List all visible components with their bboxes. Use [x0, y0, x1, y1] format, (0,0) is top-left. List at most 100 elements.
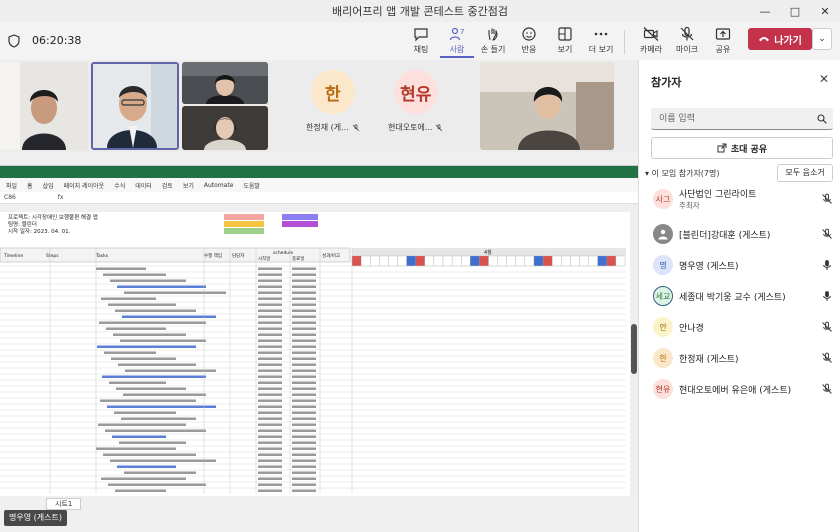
view-label: 보기	[557, 45, 573, 54]
svg-text:Timeline: Timeline	[3, 253, 23, 259]
svg-text:4월: 4월	[484, 249, 492, 256]
maximize-icon[interactable]: □	[780, 0, 810, 22]
chat-button[interactable]: 채팅	[404, 26, 438, 58]
share-label: 공유	[715, 45, 731, 54]
participant-row[interactable]: 현유 현대오토에버 유은애 (게스트)	[639, 374, 840, 404]
ribbon-tab: 수식	[114, 182, 126, 190]
video-tile-active-speaker[interactable]	[91, 62, 179, 150]
avatar-name: 한정재 (게...	[306, 122, 360, 133]
avatar: 한	[653, 348, 673, 368]
more-button[interactable]: 더 보기	[584, 26, 618, 58]
sheet-tab[interactable]: 시트1	[46, 498, 82, 510]
participant-video	[93, 64, 177, 148]
ribbon-tab: 파일	[6, 182, 18, 190]
avatar-initial: 현유	[655, 384, 671, 394]
mic-off-icon	[352, 123, 359, 131]
search-icon[interactable]	[817, 114, 827, 124]
scroll-thumb[interactable]	[631, 324, 637, 374]
share-link-icon	[717, 143, 727, 153]
share-icon	[715, 28, 731, 40]
avatar: 사그	[653, 189, 673, 209]
sheet-tab-bar: 시트1	[0, 496, 638, 510]
svg-text:팀명: 블린더: 팀명: 블린더	[8, 220, 37, 228]
avatar-initial: 세교	[655, 291, 671, 301]
avatar: 현유	[393, 70, 438, 114]
title-bar: 배리어프리 앱 개발 콘테스트 중간점검 — □ ✕	[0, 0, 840, 22]
participant-row[interactable]: 사그 사단법인 그린라이트 주최자	[639, 184, 840, 214]
ribbon-tab: 데이터	[135, 182, 152, 190]
participant-row[interactable]: 명 명우영 (게스트)	[639, 250, 840, 280]
avatar-initial: 한	[659, 353, 667, 363]
svg-text:시작일: 시작일	[258, 255, 270, 262]
mic-button[interactable]: 마이크	[670, 26, 704, 58]
participants-section-header[interactable]: ▾ 이 모임 참가자(7명)	[645, 168, 720, 179]
view-button[interactable]: 보기	[548, 26, 582, 58]
formula-bar: C86 fx	[0, 192, 638, 204]
participant-row[interactable]: 한 한정재 (게스트)	[639, 343, 840, 373]
minimize-icon[interactable]: —	[750, 0, 780, 22]
participant-row[interactable]: 안 안나경	[639, 312, 840, 342]
svg-text:7: 7	[460, 28, 464, 36]
reaction-button[interactable]: 반응	[512, 26, 546, 58]
spreadsheet-grid: 프로젝트: 시각장애인 보행불편 해결 앱 팀명: 블린더 시작 일자: 202…	[0, 204, 630, 496]
close-panel-icon[interactable]: ✕	[819, 72, 829, 86]
video-gallery: 한 한정재 (게... 현유 현대오토에...	[0, 60, 638, 152]
participant-name: 안나경	[679, 324, 704, 334]
svg-text:Steps: Steps	[46, 253, 59, 259]
video-tile[interactable]	[0, 62, 88, 150]
participant-video	[0, 62, 88, 150]
raise-hand-button[interactable]: 손 들기	[476, 26, 510, 58]
presenter-name-tag: 명우영 (게스트)	[4, 510, 67, 526]
mic-off-icon	[822, 193, 832, 204]
close-icon[interactable]: ✕	[810, 0, 840, 22]
fx-icon: fx	[57, 194, 64, 201]
avatar-name: 현대오토에...	[388, 122, 443, 133]
avatar-initial: 안	[659, 322, 667, 332]
invite-label: 초대 공유	[730, 144, 768, 155]
share-button[interactable]: 공유	[706, 26, 740, 58]
participant-name: [블린더]강대훈 (게스트)	[679, 231, 771, 241]
leave-options-chevron-icon[interactable]: ⌄	[812, 28, 832, 50]
participant-search-input[interactable]: 이름 입력	[651, 108, 833, 130]
avatar: 한	[310, 70, 355, 114]
avatar: 현유	[653, 379, 673, 399]
svg-text:종료일: 종료일	[292, 255, 304, 262]
spreadsheet-ribbon: 파일 홈 삽입 페이지 레이아웃 수식 데이터 검토 보기 Automate 도…	[0, 178, 638, 192]
mute-all-button[interactable]: 모두 음소거	[777, 164, 833, 182]
spreadsheet-title-bar	[0, 166, 638, 178]
ribbon-tab: 검토	[161, 182, 173, 190]
mic-off-icon	[436, 123, 443, 131]
ribbon-tab: 도움말	[243, 182, 260, 190]
participant-name: 현대오토에버 유은애 (게스트)	[679, 386, 792, 396]
ribbon-tab: Automate	[203, 181, 234, 189]
mic-off-icon	[822, 228, 832, 239]
svg-text:프로젝트: 시각장애인 보행불편 해결 앱: 프로젝트: 시각장애인 보행불편 해결 앱	[8, 213, 98, 221]
mic-on-icon	[823, 260, 831, 270]
raise-hand-icon	[488, 28, 498, 41]
avatar-tile[interactable]: 한 한정재 (게...	[306, 70, 360, 133]
shield-icon	[8, 34, 20, 48]
leave-button[interactable]: 나가기	[748, 28, 812, 50]
meeting-toolbar: 06:20:38 채팅 7 사람 손 들기 반응 보기 더 보기 카메라 마이크…	[0, 22, 840, 60]
people-label: 사람	[449, 45, 465, 54]
video-tile[interactable]	[480, 62, 614, 150]
avatar-tile[interactable]: 현유 현대오토에...	[388, 70, 443, 133]
camera-button[interactable]: 카메라	[634, 26, 668, 58]
svg-text:수행 책임: 수행 책임	[204, 252, 222, 259]
video-tile[interactable]	[182, 62, 268, 104]
people-button[interactable]: 7 사람	[440, 26, 474, 58]
participant-row[interactable]: 세교 세종대 박기웅 교수 (게스트)	[639, 281, 840, 311]
participant-row[interactable]: [블린더]강대훈 (게스트)	[639, 219, 840, 249]
video-tile[interactable]	[182, 106, 268, 150]
participant-video	[182, 106, 268, 150]
participant-video	[480, 62, 614, 150]
camera-off-icon	[643, 27, 659, 41]
mic-label: 마이크	[675, 45, 699, 54]
spreadsheet-scrollbar[interactable]	[630, 204, 638, 496]
leave-label: 나가기	[774, 35, 802, 47]
svg-text:성과/비고: 성과/비고	[322, 252, 340, 259]
avatar: 명	[653, 255, 673, 275]
share-invite-button[interactable]: 초대 공유	[651, 137, 833, 159]
mic-off-icon	[822, 383, 832, 394]
meeting-timer: 06:20:38	[32, 34, 82, 47]
